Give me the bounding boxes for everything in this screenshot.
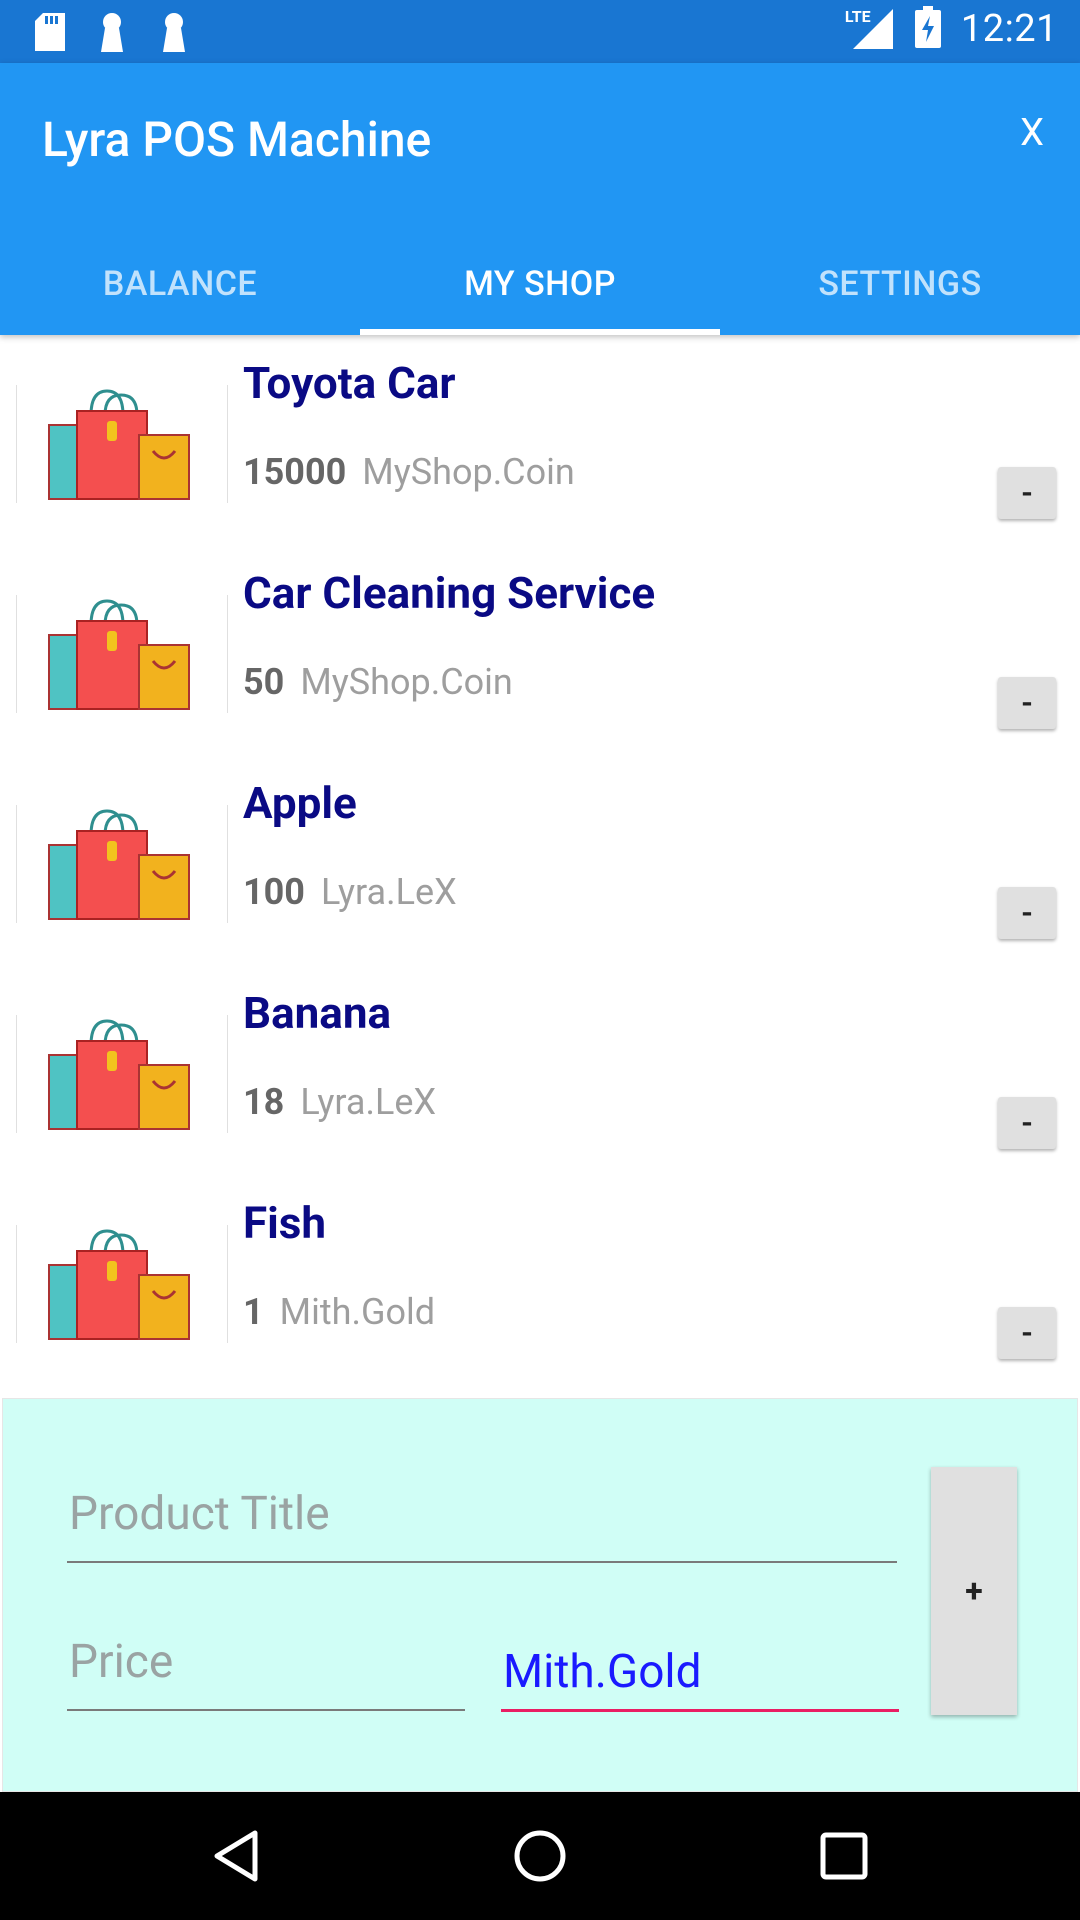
tab-balance[interactable]: BALANCE [0,233,360,335]
product-title-input[interactable]: Product Title [67,1469,897,1563]
tab-my-shop[interactable]: MY SHOP [360,233,720,335]
product-title: Apple [243,777,357,829]
product-title-placeholder: Product Title [69,1487,330,1541]
app-bar: Lyra POS Machine X BALANCE MY SHOP SETTI… [0,63,1080,335]
back-icon[interactable] [204,1824,268,1888]
product-currency: MyShop.Coin [362,451,575,493]
battery-charging-icon [914,6,941,52]
network-label: LTE [844,7,871,26]
add-product-button[interactable]: + [931,1467,1017,1715]
product-title: Banana [243,987,392,1039]
product-title: Car Cleaning Service [243,567,656,619]
product-price: 50 [243,661,285,703]
product-price: 100 [243,871,305,913]
recents-icon[interactable] [812,1824,876,1888]
list-item[interactable]: Toyota Car 15000 MyShop.Coin - [0,335,1080,545]
product-price: 1 [243,1291,264,1333]
product-title: Fish [243,1197,327,1249]
notification-icon [154,12,194,52]
product-currency: Lyra.LeX [300,1081,437,1123]
app-title: Lyra POS Machine [42,111,432,168]
price-input[interactable]: Price [67,1617,465,1711]
remove-product-button[interactable]: - [998,1307,1056,1359]
shopping-bags-icon [48,1019,190,1130]
navigation-bar [0,1792,1080,1920]
remove-product-button[interactable]: - [998,677,1056,729]
shopping-bags-icon [48,1229,190,1340]
remove-product-button[interactable]: - [998,887,1056,939]
price-placeholder: Price [69,1635,174,1689]
remove-product-button[interactable]: - [998,467,1056,519]
shopping-bags-icon [48,599,190,710]
add-product-panel: Product Title Price Mith.Gold + [2,1398,1078,1792]
product-list: Toyota Car 15000 MyShop.Coin - Car Clean… [0,335,1080,1385]
currency-value: Mith.Gold [503,1645,702,1699]
list-item[interactable]: Car Cleaning Service 50 MyShop.Coin - [0,545,1080,755]
product-currency: Lyra.LeX [320,871,457,913]
status-bar: LTE 12:21 [0,0,1080,63]
list-item[interactable]: Fish 1 Mith.Gold - [0,1175,1080,1385]
tab-bar: BALANCE MY SHOP SETTINGS [0,233,1080,335]
product-currency: Mith.Gold [279,1291,436,1333]
shopping-bags-icon [48,809,190,920]
remove-product-button[interactable]: - [998,1097,1056,1149]
tab-settings[interactable]: SETTINGS [720,233,1080,335]
signal-icon: LTE [845,7,895,51]
shopping-bags-icon [48,389,190,500]
close-button[interactable]: X [1020,111,1044,155]
product-price: 18 [243,1081,285,1123]
home-icon[interactable] [508,1824,572,1888]
product-title: Toyota Car [243,357,456,409]
list-item[interactable]: Apple 100 Lyra.LeX - [0,755,1080,965]
currency-input[interactable]: Mith.Gold [501,1617,899,1712]
clock: 12:21 [960,7,1058,51]
sd-card-icon [30,12,70,52]
product-currency: MyShop.Coin [300,661,513,703]
notification-icon [92,12,132,52]
product-price: 15000 [243,451,347,493]
list-item[interactable]: Banana 18 Lyra.LeX - [0,965,1080,1175]
